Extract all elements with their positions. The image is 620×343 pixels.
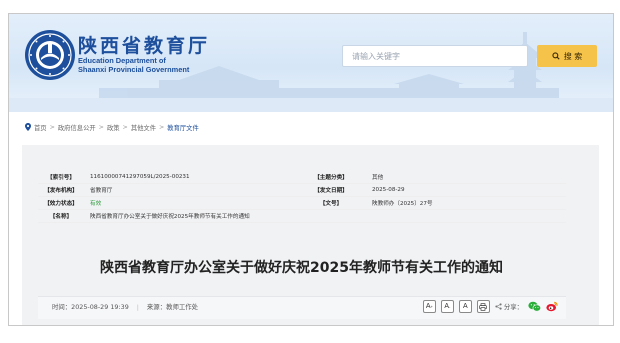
font-decrease-button[interactable]: A-: [440, 300, 454, 313]
document-meta-info: 时间： 2025-08-29 19:39 | 来源： 教师工作处: [52, 302, 199, 312]
weibo-icon[interactable]: [546, 301, 558, 312]
browser-frame: 陕西省教育厅 Education Department of Shaanxi P…: [8, 13, 614, 326]
search-button[interactable]: 搜 索: [537, 45, 597, 67]
breadcrumb-separator: >: [122, 123, 128, 131]
share-label: 分享：: [503, 303, 523, 311]
validity-status-label: 【效力状态】: [38, 196, 84, 210]
site-header: 陕西省教育厅 Education Department of Shaanxi P…: [9, 14, 613, 112]
topic-category-value: 其他: [366, 171, 566, 184]
site-title-english-line1: Education Department of: [78, 56, 166, 65]
issue-date-label: 【发文日期】: [296, 183, 366, 197]
font-reset-button[interactable]: A: [458, 300, 472, 313]
font-increase-button[interactable]: A +: [422, 300, 436, 313]
site-title-english: Education Department of Shaanxi Provinci…: [78, 56, 189, 74]
share-control[interactable]: 分享：: [495, 302, 523, 311]
font-decrease-sup: -: [448, 303, 451, 309]
font-increase-sup: +: [430, 303, 433, 309]
document-info-table: 【索引号】 11610000741297059L/2025-00231 【主题分…: [38, 171, 566, 223]
meta-separator: |: [136, 302, 139, 311]
breadcrumb-current[interactable]: 教育厅文件: [167, 123, 198, 132]
search-button-label: 搜 索: [563, 51, 583, 61]
table-row: 【名称】 陕西省教育厅办公室关于做好庆祝2025年教师节有关工作的通知: [38, 209, 566, 223]
validity-status-value: 有效: [84, 196, 296, 210]
table-row: 【索引号】 11610000741297059L/2025-00231 【主题分…: [38, 171, 566, 184]
breadcrumb-policy[interactable]: 政策: [107, 123, 120, 132]
location-pin-icon: [25, 123, 31, 131]
search-icon: [552, 52, 560, 60]
source-value: 教师工作处: [166, 303, 199, 311]
issue-date-value: 2025-08-29: [366, 183, 566, 197]
index-number-value: 11610000741297059L/2025-00231: [84, 171, 296, 184]
site-title[interactable]: 陕西省教育厅: [78, 31, 210, 58]
breadcrumb-separator: >: [49, 123, 55, 131]
print-button[interactable]: [476, 300, 490, 313]
table-row: 【发布机构】 省教育厅 【发文日期】 2025-08-29: [38, 183, 566, 197]
topic-category-label: 【主题分类】: [296, 171, 366, 184]
document-tools: A + A- A 分享：: [422, 300, 558, 313]
search-input[interactable]: [342, 45, 528, 67]
document-number-value: 陕教师办〔2025〕27号: [366, 196, 566, 210]
publish-time: 2025-08-29 19:39: [71, 302, 129, 311]
document-name-label: 【名称】: [38, 209, 84, 223]
print-icon: [479, 302, 488, 311]
document-name-value: 陕西省教育厅办公室关于做好庆祝2025年教师节有关工作的通知: [84, 209, 566, 223]
share-icon: [495, 303, 502, 310]
time-label: 时间：: [52, 303, 72, 311]
document-meta-bar: 时间： 2025-08-29 19:39 | 来源： 教师工作处 A + A- A: [38, 296, 566, 319]
breadcrumb-gov-info[interactable]: 政府信息公开: [58, 123, 96, 132]
publisher-value: 省教育厅: [84, 183, 296, 197]
education-department-emblem[interactable]: [24, 29, 76, 81]
breadcrumb-other-docs[interactable]: 其他文件: [131, 123, 156, 132]
breadcrumb-separator: >: [159, 123, 165, 131]
index-number-label: 【索引号】: [38, 171, 84, 184]
site-title-english-line2: Shaanxi Provincial Government: [78, 65, 190, 74]
table-row: 【效力状态】 有效 【文号】 陕教师办〔2025〕27号: [38, 196, 566, 210]
breadcrumb: 首页 > 政府信息公开 > 政策 > 其他文件 > 教育厅文件: [25, 121, 199, 133]
source-label: 来源：: [146, 303, 167, 311]
breadcrumb-separator: >: [98, 123, 104, 131]
publisher-label: 【发布机构】: [38, 183, 84, 197]
document-title: 陕西省教育厅办公室关于做好庆祝2025年教师节有关工作的通知: [100, 260, 503, 276]
font-reset-label: A: [462, 303, 468, 310]
document-number-label: 【文号】: [296, 196, 366, 210]
breadcrumb-home[interactable]: 首页: [34, 123, 47, 132]
wechat-icon[interactable]: [528, 301, 541, 312]
